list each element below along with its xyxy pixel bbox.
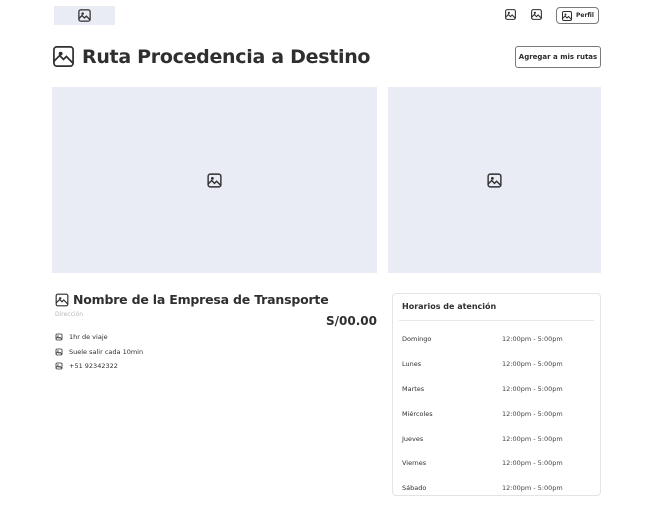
time-range: 12:00pm - 5:00pm [502,484,563,493]
image-icon [55,293,69,307]
company-details-list: 1hr de viaje Suele salir cada 10min +51 … [55,330,143,374]
profile-button[interactable]: Perfil [556,7,599,24]
image-icon [55,362,63,370]
opening-hours-list: Domingo 12:00pm - 5:00pm Lunes 12:00pm - 5… [402,327,594,501]
day-label: Viernes [402,459,427,468]
time-range: 12:00pm - 5:00pm [502,384,563,393]
company-title-row: Nombre de la Empresa de Transporte [55,292,329,307]
trip-duration: 1hr de viaje [69,333,108,342]
image-icon [206,172,223,189]
hours-row: Jueves 12:00pm - 5:00pm [402,426,594,451]
add-to-my-routes-button[interactable]: Agregar a mis rutas [515,46,601,68]
day-label: Martes [402,384,425,393]
opening-hours-title: Horarios de atención [402,302,497,311]
image-icon [561,10,573,22]
day-label: Domingo [402,335,432,344]
hours-row: Domingo 12:00pm - 5:00pm [402,327,594,352]
hours-row: Viernes 12:00pm - 5:00pm [402,451,594,476]
page-title: Ruta Procedencia a Destino [82,45,371,68]
day-label: Jueves [402,434,424,443]
time-range: 12:00pm - 5:00pm [502,459,563,468]
hours-row: Sábado 12:00pm - 5:00pm [402,476,594,501]
image-icon [55,333,63,341]
time-range: 12:00pm - 5:00pm [502,360,563,369]
image-icon [486,172,503,189]
time-range: 12:00pm - 5:00pm [502,434,563,443]
side-image-placeholder [388,87,601,273]
hours-row: Martes 12:00pm - 5:00pm [402,377,594,402]
time-range: 12:00pm - 5:00pm [502,335,563,344]
opening-hours-card: Horarios de atención Domingo 12:00pm - 5:… [392,293,601,496]
day-label: Lunes [402,360,422,369]
day-label: Sábado [402,484,427,493]
image-icon[interactable] [504,8,518,22]
time-range: 12:00pm - 5:00pm [502,409,563,418]
divider [399,320,594,321]
route-price: S/00.00 [326,314,377,328]
page-title-row: Ruta Procedencia a Destino [52,45,370,68]
logo-placeholder[interactable] [54,6,115,25]
image-icon[interactable] [530,8,544,22]
image-icon [55,348,63,356]
hours-row: Miércoles 12:00pm - 5:00pm [402,401,594,426]
image-icon [52,45,75,68]
list-item: Suele salir cada 10min [55,345,143,360]
day-label: Miércoles [402,409,433,418]
list-item: +51 92342322 [55,359,143,374]
image-icon [77,8,92,23]
list-item: 1hr de viaje [55,330,143,345]
hours-row: Lunes 12:00pm - 5:00pm [402,352,594,377]
profile-label: Perfil [576,12,594,19]
main-image-placeholder [52,87,377,273]
company-address: Dirección [55,311,84,318]
departure-frequency: Suele salir cada 10min [69,347,144,356]
company-name: Nombre de la Empresa de Transporte [73,292,329,307]
phone-number[interactable]: +51 92342322 [69,362,118,370]
